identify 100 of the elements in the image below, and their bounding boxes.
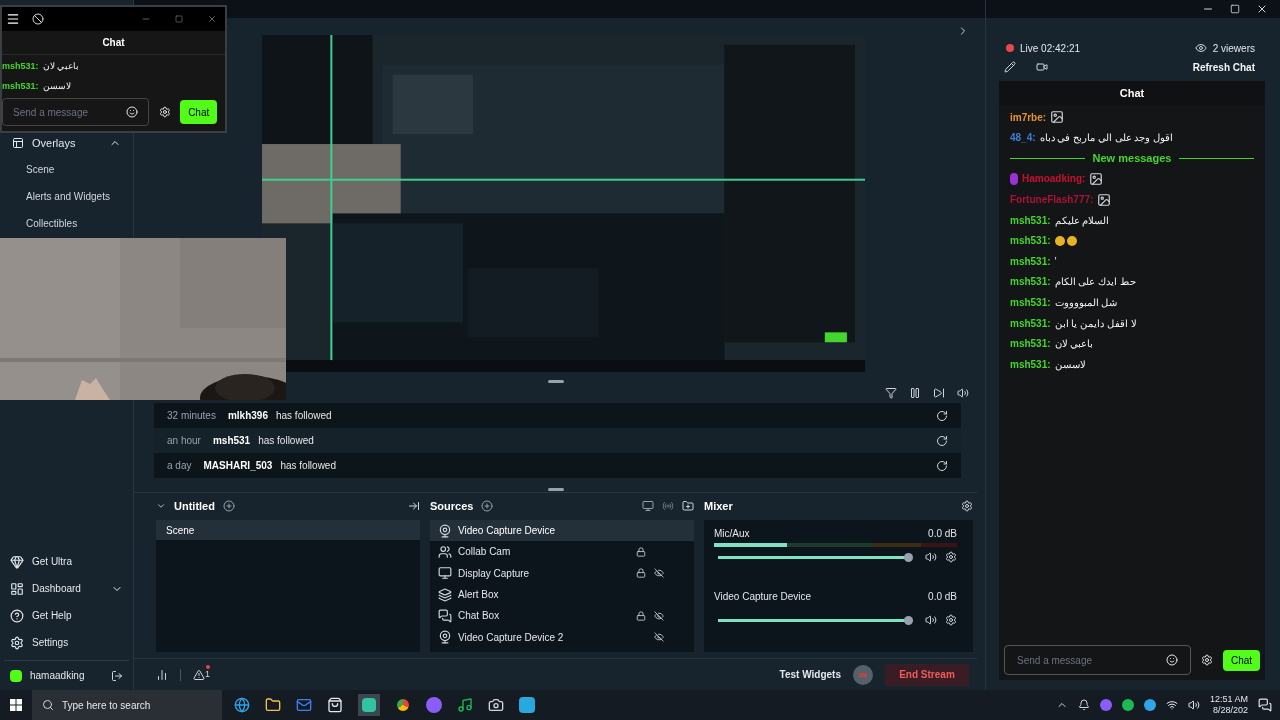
speaker-icon[interactable] [925, 614, 937, 626]
add-folder-icon[interactable] [682, 500, 694, 512]
source-item[interactable]: Video Capture Device 2 [430, 626, 694, 648]
logout-icon[interactable] [111, 669, 123, 682]
sidebar-nav-item[interactable]: Dashboard [0, 575, 133, 602]
volume-slider[interactable] [718, 618, 913, 622]
source-item[interactable]: Collab Cam [430, 541, 694, 563]
lock-icon[interactable] [636, 610, 646, 621]
overlays-sub-item[interactable]: Collectibles [0, 210, 133, 237]
add-icon[interactable] [222, 500, 235, 512]
monitor-icon[interactable] [642, 500, 654, 512]
chat-message: لاسسن [1054, 357, 1086, 372]
settings-icon[interactable] [961, 500, 973, 512]
event-user: msh531 [212, 434, 251, 448]
source-item[interactable]: Chat Box [430, 605, 694, 627]
message-input[interactable]: Send a message [2, 98, 149, 126]
monitor-icon [438, 566, 452, 581]
source-item[interactable]: Alert Box [430, 583, 694, 606]
event-user: mlkh396 [227, 409, 268, 423]
volume-icon[interactable] [957, 387, 969, 399]
record-button[interactable] [853, 664, 873, 685]
source-item[interactable]: Video Capture Device [430, 520, 694, 542]
transition-icon[interactable] [408, 500, 420, 512]
chat-username: msh531: [1010, 357, 1051, 372]
folder-icon[interactable] [265, 697, 281, 713]
tray-app-icon[interactable] [1143, 699, 1156, 711]
add-icon[interactable] [481, 500, 494, 512]
tray-app-icon[interactable] [1099, 699, 1112, 711]
hidden-eye-icon[interactable] [654, 568, 664, 579]
taskbar-search-field[interactable]: Type here to search [32, 690, 222, 720]
settings-icon[interactable] [1201, 654, 1213, 666]
clock[interactable]: 12:51 AM 8/28/202 [1209, 694, 1248, 716]
end-stream-button[interactable]: End Stream [885, 663, 969, 686]
sidebar-nav-item[interactable]: Get Help [0, 602, 133, 629]
chat-send-button[interactable]: Chat [180, 100, 217, 124]
filter-icon[interactable] [885, 387, 897, 399]
chat-message: السلام عليكم [1054, 213, 1110, 228]
test-widgets-link[interactable]: Test Widgets [779, 667, 841, 682]
chat-username: FortuneFlash777: [1010, 193, 1094, 208]
warning-icon[interactable] [193, 668, 205, 681]
speaker-icon[interactable] [925, 551, 937, 563]
overlays-sub-item[interactable]: Scene [0, 156, 133, 183]
dashboard-icon [10, 581, 24, 596]
video-camera-icon[interactable] [1036, 61, 1048, 73]
chevron-down-icon[interactable] [156, 501, 166, 511]
chat-username: msh531: [1010, 296, 1051, 311]
emoji-icon[interactable] [125, 106, 138, 118]
wifi-icon[interactable] [1165, 699, 1178, 711]
stats-icon[interactable] [156, 668, 168, 681]
lock-icon[interactable] [636, 546, 646, 557]
browser-icon[interactable] [234, 697, 250, 713]
overlays-nav-item[interactable]: Overlays [0, 136, 133, 150]
replay-icon[interactable] [936, 409, 948, 422]
resize-handle[interactable] [547, 488, 564, 491]
refresh-chat-link[interactable]: Refresh Chat [1192, 59, 1255, 75]
music-icon[interactable] [457, 697, 473, 713]
emoji-icon[interactable] [1166, 654, 1178, 666]
sidebar-nav-item[interactable]: Get Ultra [0, 548, 133, 575]
chat-send-button[interactable]: Chat [1223, 649, 1260, 671]
menu-icon[interactable] [6, 12, 20, 26]
channel-name: Mic/Aux [714, 527, 751, 540]
chat-username: msh531: [1010, 275, 1051, 290]
resize-handle[interactable] [547, 380, 564, 383]
overlays-sub-item[interactable]: Alerts and Widgets [0, 183, 133, 210]
speaker-icon[interactable] [1187, 699, 1200, 711]
scene-collection-title: Untitled [174, 498, 215, 514]
settings-icon[interactable] [945, 614, 957, 626]
camera-icon[interactable] [488, 697, 504, 713]
broadcast-icon[interactable] [662, 500, 674, 512]
chat-message: ʼ [1054, 254, 1057, 269]
webcam-icon [438, 630, 452, 645]
sidebar-nav-item[interactable]: Settings [0, 629, 133, 656]
app-icon[interactable] [519, 697, 535, 713]
scene-item[interactable]: Scene [156, 520, 420, 540]
lock-icon[interactable] [636, 568, 646, 579]
replay-icon[interactable] [936, 434, 948, 447]
source-item[interactable]: Display Capture [430, 562, 694, 584]
streaming-app-icon[interactable] [358, 694, 380, 716]
skip-icon[interactable] [933, 387, 945, 399]
volume-slider[interactable] [718, 555, 913, 559]
pause-icon[interactable] [909, 387, 921, 399]
store-icon[interactable] [327, 697, 343, 713]
pencil-icon[interactable] [1004, 61, 1016, 73]
close-icon[interactable] [1256, 3, 1268, 15]
tray-bell-icon[interactable] [1077, 699, 1090, 711]
settings-icon[interactable] [945, 551, 957, 563]
settings-icon[interactable] [158, 106, 171, 118]
hidden-eye-icon[interactable] [654, 610, 664, 621]
live-timer: Live 02:42:21 [1020, 41, 1082, 56]
message-input[interactable]: Send a message [1004, 645, 1191, 675]
notifications-icon[interactable] [1258, 698, 1272, 712]
chat-app-icon[interactable] [426, 697, 442, 713]
windows-logo-icon [10, 699, 22, 711]
chat-message: لاسسن [42, 80, 71, 94]
replay-icon[interactable] [936, 459, 948, 472]
chat-username: msh531: [2, 60, 39, 74]
hidden-eye-icon[interactable] [654, 632, 664, 643]
mail-icon[interactable] [296, 697, 312, 713]
tray-app-icon[interactable] [1121, 699, 1134, 711]
event-time: a day [167, 459, 192, 473]
